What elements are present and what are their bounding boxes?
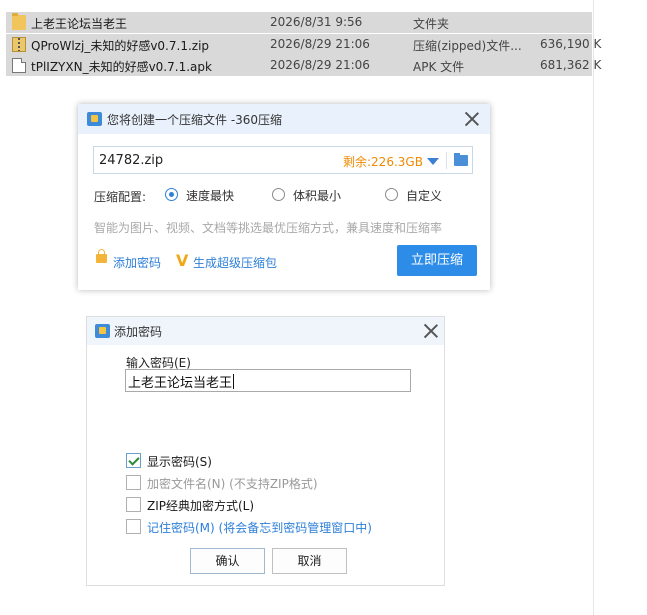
radio-icon: [385, 188, 398, 201]
file-name: 上老王论坛当老王: [31, 17, 128, 31]
radio-icon: [272, 188, 285, 201]
dialog-title: 添加密码: [114, 325, 163, 339]
file-type: 文件夹: [413, 17, 450, 31]
checkbox-icon: [126, 497, 141, 512]
checkbox-icon: [126, 453, 141, 468]
radio-icon: [165, 188, 178, 201]
360zip-app-icon: [87, 112, 102, 126]
pane-divider: [593, 0, 594, 615]
file-date: 2026/8/29 21:06: [270, 58, 370, 72]
password-dialog-titlebar[interactable]: 添加密码: [87, 317, 444, 345]
divider: [446, 152, 447, 169]
file-row-zip[interactable]: QProWlzj_未知的好感v0.7.1.zip 2026/8/29 21:06…: [6, 34, 601, 55]
checkbox-icon: [126, 475, 141, 490]
compress-now-button[interactable]: 立即压缩: [397, 245, 477, 276]
free-space-label: 剩余:226.3GB: [343, 155, 423, 169]
file-row-apk[interactable]: tPlIZYXN_未知的好感v0.7.1.apk 2026/8/29 21:06…: [6, 55, 601, 76]
compression-hint: 智能为图片、视频、文档等挑选最优压缩方式，兼具速度和压缩率: [94, 221, 443, 235]
folder-icon: [12, 13, 26, 30]
compress-dialog-titlebar[interactable]: 您将创建一个压缩文件 -360压缩: [78, 104, 490, 134]
password-dialog: 添加密码 输入密码(E) 上老王论坛当老王 显示密码(S) 加密文件名(N) (…: [86, 316, 445, 586]
dropdown-arrow-icon[interactable]: [427, 158, 439, 165]
file-type: APK 文件: [413, 60, 465, 74]
file-list: 上老王论坛当老王 2026/8/31 9:56 文件夹 QProWlzj_未知的…: [0, 0, 647, 80]
file-name: QProWlzj_未知的好感v0.7.1.zip: [31, 39, 210, 53]
dialog-title: 您将创建一个压缩文件 -360压缩: [107, 113, 283, 127]
add-password-link[interactable]: 添加密码: [113, 254, 161, 271]
super-package-link[interactable]: 生成超级压缩包: [193, 254, 277, 271]
file-type: 压缩(zipped)文件...: [413, 39, 522, 53]
archive-filename[interactable]: 24782.zip: [99, 153, 163, 168]
file-row-folder[interactable]: 上老王论坛当老王 2026/8/31 9:56 文件夹: [6, 12, 592, 33]
apk-file-icon: [12, 58, 26, 73]
password-input[interactable]: 上老王论坛当老王: [125, 369, 411, 392]
vip-v-icon: V: [176, 251, 189, 270]
cancel-button[interactable]: 取消: [272, 548, 347, 574]
close-icon[interactable]: [423, 323, 439, 339]
text-caret: [233, 374, 235, 389]
file-date: 2026/8/29 21:06: [270, 37, 370, 51]
file-date: 2026/8/31 9:56: [270, 15, 363, 29]
browse-folder-icon[interactable]: [454, 153, 468, 166]
360zip-app-icon: [95, 324, 110, 338]
file-name: tPlIZYXN_未知的好感v0.7.1.apk: [31, 60, 212, 74]
config-label: 压缩配置:: [94, 190, 147, 204]
close-icon[interactable]: [464, 111, 480, 127]
zip-icon: [12, 37, 26, 52]
compress-dialog: 您将创建一个压缩文件 -360压缩 24782.zip 剩余:226.3GB 压…: [78, 104, 490, 290]
password-value: 上老王论坛当老王: [128, 376, 233, 391]
confirm-button[interactable]: 确认: [190, 548, 265, 574]
lock-icon[interactable]: [96, 249, 107, 263]
checkbox-icon: [126, 519, 141, 534]
archive-path-field[interactable]: 24782.zip 剩余:226.3GB: [93, 146, 473, 174]
